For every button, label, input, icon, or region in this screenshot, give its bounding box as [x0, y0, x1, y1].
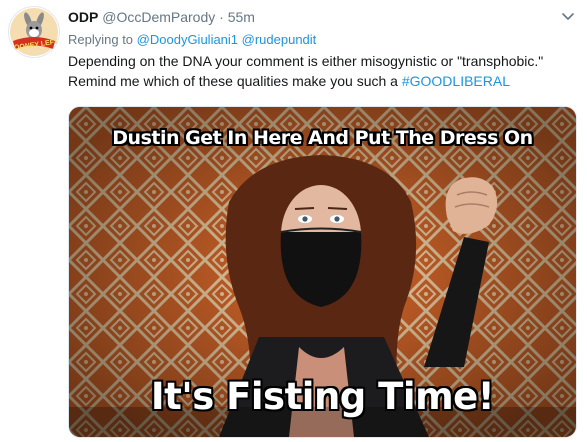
separator-dot: ·: [219, 9, 224, 25]
reply-mention-2[interactable]: @rudepundit: [242, 32, 317, 47]
tweet-text: Depending on the DNA your comment is eit…: [68, 51, 578, 91]
author-name[interactable]: ODP: [68, 9, 98, 25]
looney-left-logo-icon: LOONEY LEFT: [9, 8, 59, 56]
avatar[interactable]: LOONEY LEFT: [8, 6, 60, 58]
chevron-down-icon[interactable]: [561, 9, 575, 23]
replying-to: Replying to @DoodyGiuliani1 @rudepundit: [68, 32, 316, 47]
meme-bottom-caption: It's Fisting Time!: [150, 375, 495, 418]
meme-top-caption: Dustin Get In Here And Put The Dress On: [112, 127, 533, 149]
tweet-media-image[interactable]: Dustin Get In Here And Put The Dress On …: [68, 106, 577, 438]
hashtag-link[interactable]: #GOODLIBERAL: [402, 73, 510, 89]
tweet-header: ODP @OccDemParody · 55m: [68, 9, 255, 25]
tweet-timestamp[interactable]: 55m: [228, 9, 255, 25]
replying-label: Replying to: [68, 32, 134, 47]
reply-mention-1[interactable]: @DoodyGiuliani1: [137, 32, 238, 47]
author-handle[interactable]: @OccDemParody: [102, 9, 215, 25]
